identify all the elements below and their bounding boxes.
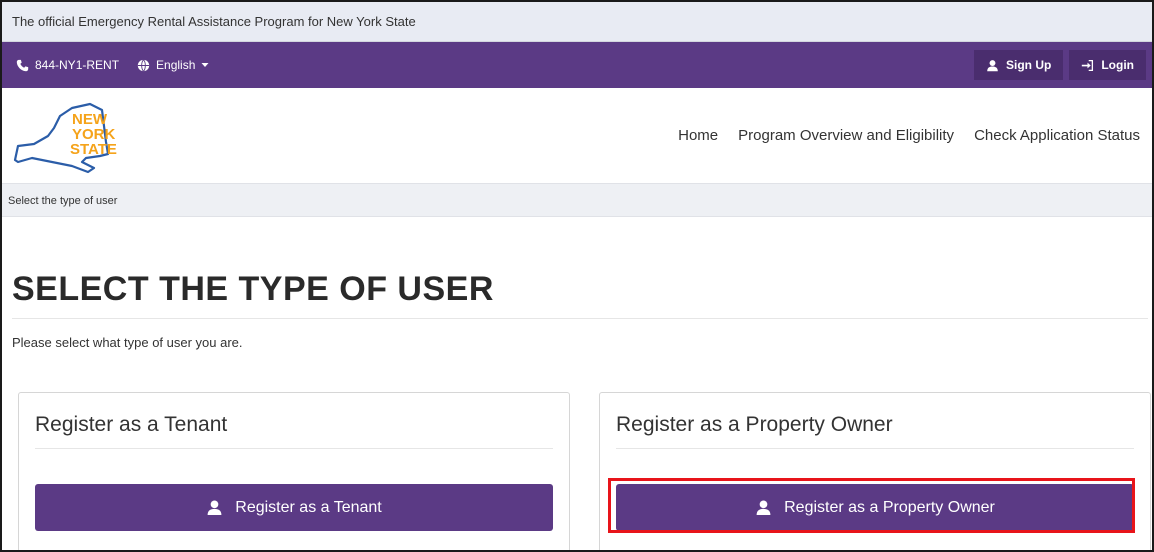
register-tenant-button[interactable]: Register as a Tenant: [35, 484, 553, 531]
language-label: English: [156, 58, 196, 72]
tenant-panel-title: Register as a Tenant: [35, 413, 228, 436]
globe-icon: [137, 58, 150, 72]
register-property-owner-button[interactable]: Register as a Property Owner: [616, 484, 1134, 531]
user-icon: [207, 500, 222, 515]
language-dropdown[interactable]: English: [137, 58, 209, 72]
login-label: Login: [1101, 58, 1134, 72]
utility-left: 844-NY1-RENT English: [16, 42, 209, 88]
logo-text-state: STATE: [70, 141, 117, 158]
nav-home[interactable]: Home: [678, 127, 718, 144]
phone-link[interactable]: 844-NY1-RENT: [16, 58, 119, 72]
nav-check-status[interactable]: Check Application Status: [974, 127, 1140, 144]
register-property-owner-label: Register as a Property Owner: [784, 498, 995, 516]
breadcrumb: Select the type of user: [2, 183, 1152, 217]
title-divider: [12, 318, 1148, 319]
caret-down-icon: [201, 63, 209, 67]
tenant-panel: Register as a Tenant Register as a Tenan…: [18, 392, 570, 550]
register-tenant-label: Register as a Tenant: [235, 498, 382, 516]
site-header: NEW YORK STATE Home Program Overview and…: [2, 88, 1152, 183]
phone-icon: [16, 59, 29, 71]
page-frame: The official Emergency Rental Assistance…: [0, 0, 1154, 552]
sign-up-button[interactable]: Sign Up: [974, 50, 1064, 80]
user-icon: [987, 59, 998, 71]
owner-panel-divider: [616, 448, 1134, 449]
sign-in-icon: [1082, 59, 1094, 71]
official-banner: The official Emergency Rental Assistance…: [2, 2, 1152, 42]
login-button[interactable]: Login: [1069, 50, 1146, 80]
user-icon: [756, 500, 771, 515]
main-nav: Home Program Overview and Eligibility Ch…: [678, 88, 1140, 183]
sign-up-label: Sign Up: [1006, 58, 1052, 72]
nav-program-overview[interactable]: Program Overview and Eligibility: [738, 127, 954, 144]
utility-right: Sign Up Login: [974, 50, 1146, 80]
owner-panel: Register as a Property Owner Register as…: [599, 392, 1151, 550]
nys-logo[interactable]: NEW YORK STATE: [10, 96, 130, 176]
top-utility-bar: 844-NY1-RENT English Sign Up Login: [2, 42, 1152, 88]
page-subtitle: Please select what type of user you are.: [12, 335, 243, 350]
phone-number: 844-NY1-RENT: [35, 58, 120, 72]
tenant-panel-divider: [35, 448, 553, 449]
page-title: SELECT THE TYPE OF USER: [12, 270, 494, 308]
owner-panel-title: Register as a Property Owner: [616, 413, 893, 436]
